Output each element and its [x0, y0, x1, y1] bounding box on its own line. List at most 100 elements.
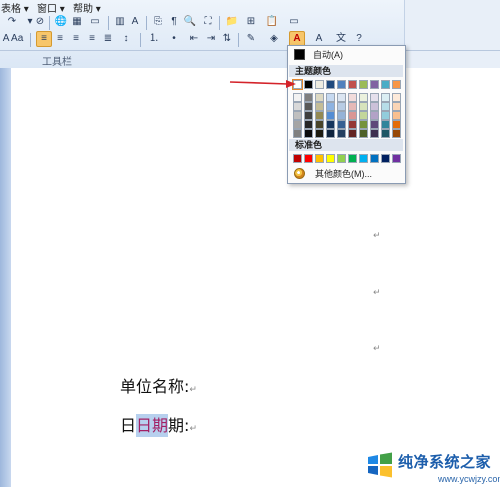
- theme-tint-swatch[interactable]: [315, 111, 324, 120]
- theme-tint-swatch[interactable]: [337, 111, 346, 120]
- hyperlink-icon[interactable]: 🌐: [53, 14, 69, 30]
- document-line-date[interactable]: 日日期期:↵: [120, 412, 197, 437]
- theme-tint-swatch[interactable]: [293, 102, 302, 111]
- theme-tint-swatch[interactable]: [348, 111, 357, 120]
- theme-tint-swatch[interactable]: [315, 129, 324, 138]
- increase-indent-icon[interactable]: ⇥: [203, 31, 219, 47]
- selected-text[interactable]: 日期: [136, 414, 169, 437]
- theme-tint-swatch[interactable]: [293, 120, 302, 129]
- bullets-icon[interactable]: •: [166, 31, 182, 47]
- standard-color-swatch[interactable]: [359, 154, 368, 163]
- theme-tint-swatch[interactable]: [337, 93, 346, 102]
- theme-color-swatch[interactable]: [381, 80, 390, 89]
- theme-tint-swatch[interactable]: [304, 111, 313, 120]
- theme-tint-swatch[interactable]: [381, 93, 390, 102]
- theme-tint-swatch[interactable]: [326, 129, 335, 138]
- folder-icon[interactable]: 📁: [224, 14, 240, 30]
- theme-tint-swatch[interactable]: [381, 102, 390, 111]
- theme-color-swatch[interactable]: [359, 80, 368, 89]
- format-painter-icon[interactable]: ⎘: [150, 14, 166, 30]
- theme-tint-swatch[interactable]: [381, 129, 390, 138]
- theme-tint-swatch[interactable]: [326, 102, 335, 111]
- columns-icon[interactable]: ▥: [112, 14, 128, 30]
- theme-color-swatch[interactable]: [326, 80, 335, 89]
- theme-tint-swatch[interactable]: [370, 111, 379, 120]
- theme-tint-swatch[interactable]: [359, 102, 368, 111]
- numbering-icon[interactable]: ⒈: [146, 31, 162, 47]
- highlight-icon[interactable]: ✎: [243, 31, 259, 47]
- align-center-icon[interactable]: ≡: [52, 31, 68, 47]
- document-line-unit-name[interactable]: 单位名称:↵: [120, 373, 197, 397]
- fullscreen-icon[interactable]: ⛶: [200, 14, 216, 30]
- theme-tint-swatch[interactable]: [392, 111, 401, 120]
- insert-icon[interactable]: ⊞: [243, 14, 259, 30]
- standard-color-swatch[interactable]: [392, 154, 401, 163]
- theme-tint-swatch[interactable]: [326, 120, 335, 129]
- decrease-indent-icon[interactable]: ⇤: [186, 31, 202, 47]
- redo-icon[interactable]: ↷: [4, 14, 20, 30]
- theme-color-swatch[interactable]: [304, 80, 313, 89]
- font-size-button[interactable]: A Aa: [1, 31, 25, 47]
- standard-color-swatch[interactable]: [326, 154, 335, 163]
- standard-color-swatch[interactable]: [381, 154, 390, 163]
- shading-icon[interactable]: ◈: [266, 31, 282, 47]
- theme-tint-swatch[interactable]: [370, 129, 379, 138]
- theme-tint-swatch[interactable]: [392, 120, 401, 129]
- distribute-icon[interactable]: ≣: [100, 31, 116, 47]
- theme-tint-swatch[interactable]: [315, 93, 324, 102]
- menu-help[interactable]: 帮助 ▾: [73, 0, 101, 15]
- standard-color-swatch[interactable]: [370, 154, 379, 163]
- theme-tint-swatch[interactable]: [359, 93, 368, 102]
- theme-tint-swatch[interactable]: [326, 111, 335, 120]
- theme-tint-swatch[interactable]: [337, 120, 346, 129]
- theme-tint-swatch[interactable]: [337, 129, 346, 138]
- theme-tint-swatch[interactable]: [370, 120, 379, 129]
- text-direction-icon[interactable]: A: [127, 14, 143, 30]
- theme-tint-swatch[interactable]: [293, 111, 302, 120]
- theme-tint-swatch[interactable]: [348, 129, 357, 138]
- theme-tint-swatch[interactable]: [304, 120, 313, 129]
- theme-color-swatch[interactable]: [392, 80, 401, 89]
- theme-tint-swatch[interactable]: [370, 93, 379, 102]
- window-icon[interactable]: ▭: [286, 14, 302, 30]
- standard-color-swatch[interactable]: [293, 154, 302, 163]
- theme-tint-swatch[interactable]: [392, 102, 401, 111]
- theme-tint-swatch[interactable]: [381, 111, 390, 120]
- align-left-icon[interactable]: ≡: [36, 31, 52, 47]
- standard-color-swatch[interactable]: [315, 154, 324, 163]
- theme-color-swatch[interactable]: [315, 80, 324, 89]
- menu-table[interactable]: 表格 ▾: [1, 0, 29, 15]
- theme-tint-swatch[interactable]: [392, 129, 401, 138]
- document-page[interactable]: [0, 68, 500, 487]
- theme-tint-swatch[interactable]: [359, 120, 368, 129]
- theme-tint-swatch[interactable]: [337, 102, 346, 111]
- show-marks-icon[interactable]: ¶: [166, 14, 182, 30]
- theme-color-swatch[interactable]: [337, 80, 346, 89]
- sort-icon[interactable]: ⇅: [219, 31, 235, 47]
- align-right-icon[interactable]: ≡: [68, 31, 84, 47]
- theme-tint-swatch[interactable]: [370, 102, 379, 111]
- standard-color-swatch[interactable]: [337, 154, 346, 163]
- zoom-icon[interactable]: 🔍: [182, 14, 198, 30]
- automatic-color-option[interactable]: 自动(A): [290, 48, 402, 61]
- standard-color-swatch[interactable]: [304, 154, 313, 163]
- theme-tint-swatch[interactable]: [392, 93, 401, 102]
- standard-color-swatch[interactable]: [348, 154, 357, 163]
- theme-tint-swatch[interactable]: [293, 129, 302, 138]
- theme-color-swatch[interactable]: [370, 80, 379, 89]
- theme-tint-swatch[interactable]: [348, 102, 357, 111]
- theme-tint-swatch[interactable]: [359, 111, 368, 120]
- theme-tint-swatch[interactable]: [359, 129, 368, 138]
- border-icon[interactable]: ▭: [87, 14, 103, 30]
- menu-window[interactable]: 窗口 ▾: [37, 0, 65, 15]
- theme-tint-swatch[interactable]: [381, 120, 390, 129]
- stop-icon[interactable]: ⊘: [32, 14, 48, 30]
- theme-tint-swatch[interactable]: [304, 129, 313, 138]
- theme-tint-swatch[interactable]: [304, 102, 313, 111]
- theme-tint-swatch[interactable]: [315, 102, 324, 111]
- theme-tint-swatch[interactable]: [326, 93, 335, 102]
- line-spacing-icon[interactable]: ↕: [118, 31, 134, 47]
- theme-tint-swatch[interactable]: [348, 93, 357, 102]
- theme-tint-swatch[interactable]: [348, 120, 357, 129]
- justify-icon[interactable]: ≡: [84, 31, 100, 47]
